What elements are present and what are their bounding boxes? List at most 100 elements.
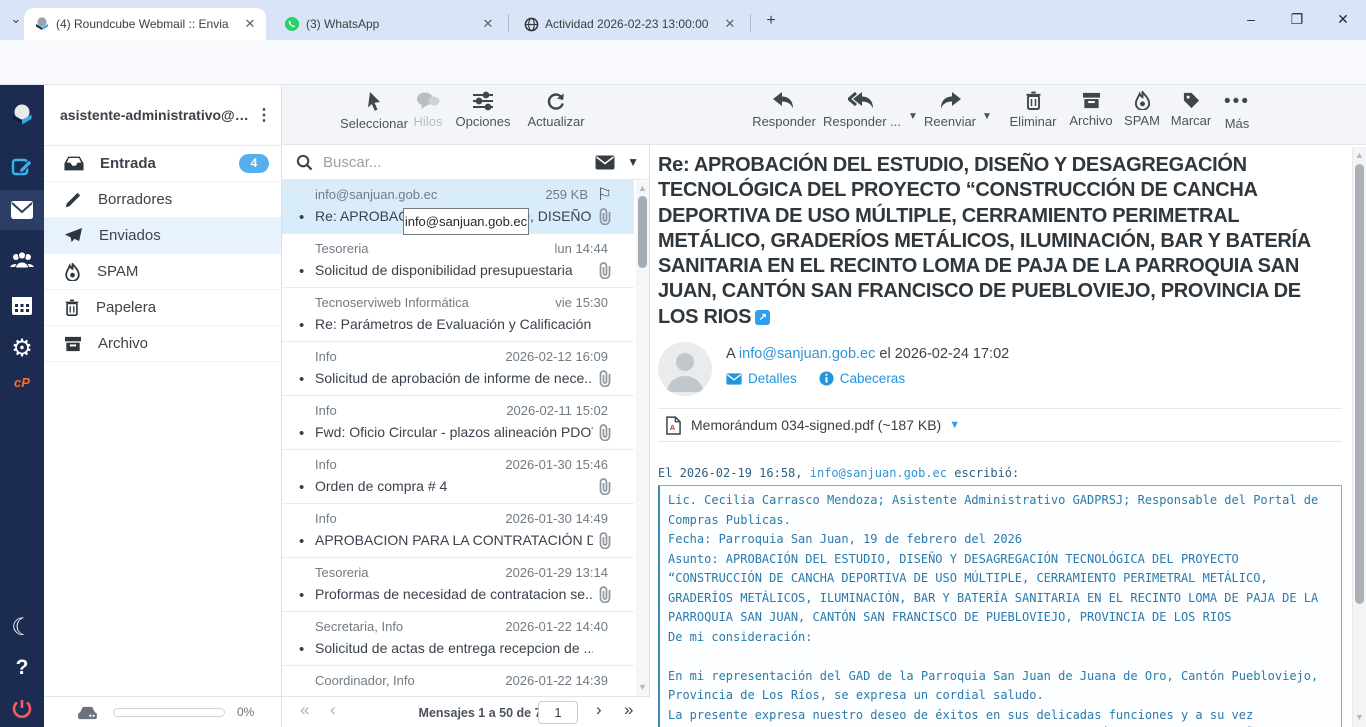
dark-mode-moon-icon[interactable]: ☾ [0,607,44,647]
message-row-10[interactable]: Coordinador, Info 2026-01-22 14:39 [282,666,634,696]
folder-label: SPAM [97,263,138,280]
message-sender: Coordinador, Info [315,673,415,688]
reply-button[interactable]: Responder [742,91,826,129]
scroll-down-icon[interactable]: ▼ [1353,712,1366,722]
intro-email-link[interactable]: info@sanjuan.gob.ec [810,466,947,480]
message-date: 2026-01-30 15:46 [505,457,608,472]
attachment-row[interactable]: A Memorándum 034-signed.pdf (~187 KB) ▼ [658,408,1342,442]
refresh-label: Actualizar [516,114,596,129]
refresh-icon [546,91,566,111]
roundcube-favicon-icon [34,16,50,32]
options-button[interactable]: Opciones [448,91,518,129]
attachment-caret-icon[interactable]: ▼ [949,419,960,431]
message-subject: Orden de compra # 4 [315,478,593,494]
unread-dot[interactable]: • [299,263,304,280]
unread-dot[interactable]: • [299,317,304,334]
contacts-nav-icon[interactable] [0,240,44,280]
message-subject: Solicitud de disponibilidad presupuestar… [315,262,593,278]
refresh-button[interactable]: Actualizar [516,91,596,129]
tab-search-chevron-icon[interactable]: ⌄ [6,11,26,31]
message-row-8[interactable]: Tesoreria 2026-01-29 13:14 • Proformas d… [282,558,634,612]
to-email-link[interactable]: info@sanjuan.gob.ec [739,346,875,362]
reader-scrollbar-thumb[interactable] [1355,164,1364,604]
message-subject: Solicitud de aprobación de informe de ne… [315,370,593,386]
more-button[interactable]: ••• Más [1212,91,1262,131]
unread-dot[interactable]: • [299,479,304,496]
search-scope-envelope-icon[interactable] [595,155,615,170]
flag-icon[interactable]: ⚐ [597,185,612,205]
cpanel-icon[interactable]: cP [0,367,44,397]
message-size: 259 KB [545,187,588,202]
scroll-up-icon[interactable]: ▲ [1353,150,1366,160]
headers-link[interactable]: Cabeceras [840,371,905,386]
window-close-button[interactable]: ✕ [1320,0,1366,38]
message-row-9[interactable]: Secretaria, Info 2026-01-22 14:40 • Soli… [282,612,634,666]
message-row-7[interactable]: Info 2026-01-30 14:49 • APROBACION PARA … [282,504,634,558]
screen: ⌄ (4) Roundcube Webmail :: Envia ✕ (3) W… [0,0,1366,727]
unread-dot[interactable]: • [299,641,304,658]
reply-label: Responder [742,114,826,129]
tab-close-icon[interactable]: ✕ [480,16,496,32]
browser-tab-whatsapp[interactable]: (3) WhatsApp ✕ [274,8,504,40]
message-sender: Info [315,457,337,472]
mail-nav-icon[interactable] [0,190,44,230]
unread-dot[interactable]: • [299,587,304,604]
unread-dot[interactable]: • [299,209,304,226]
folder-archivo[interactable]: Archivo [44,326,281,362]
message-row-5[interactable]: Info 2026-02-11 15:02 • Fwd: Oficio Circ… [282,396,634,450]
reply-all-icon [848,91,876,111]
external-link-icon[interactable]: ↗ [755,310,770,325]
attachment-name[interactable]: Memorándum 034-signed.pdf (~187 KB) [691,417,941,433]
search-scope-chevron-icon[interactable]: ▼ [627,155,639,169]
message-date: 2026-01-22 14:40 [505,619,608,634]
attachment-paperclip-icon [598,424,612,442]
folder-spam[interactable]: SPAM [44,254,281,290]
search-input[interactable] [323,154,595,171]
message-row-2[interactable]: Tesoreria lun 14:44 • Solicitud de dispo… [282,234,634,288]
folder-borradores[interactable]: Borradores [44,182,281,218]
message-subject: Re: Parámetros de Evaluación y Calificac… [315,316,593,332]
reply-all-button[interactable]: Responder ... [816,91,908,129]
first-page-button[interactable]: « [300,700,309,720]
unread-dot[interactable]: • [299,425,304,442]
page-number-input[interactable] [538,701,578,724]
settings-nav-icon[interactable]: ⚙ [0,328,44,368]
attachment-paperclip-icon [598,370,612,388]
compose-icon[interactable] [0,147,44,187]
message-row-4[interactable]: Info 2026-02-12 16:09 • Solicitud de apr… [282,342,634,396]
calendar-nav-icon[interactable] [0,285,44,325]
list-scrollbar[interactable]: ▲ ▼ [636,181,649,696]
window-minimize-button[interactable]: – [1228,0,1274,38]
list-scrollbar-thumb[interactable] [638,196,647,268]
folder-enviados[interactable]: Enviados [44,218,281,254]
unread-dot[interactable]: • [299,533,304,550]
account-menu-icon[interactable]: ⋮ [256,105,272,125]
scroll-up-icon[interactable]: ▲ [636,183,649,193]
scroll-down-icon[interactable]: ▼ [636,682,649,692]
browser-tab-actividad[interactable]: Actividad 2026-02-23 13:00:00 ✕ [514,8,746,40]
prev-page-button[interactable]: ‹ [330,700,336,720]
reader-scrollbar[interactable]: ▲ ▼ [1352,147,1366,727]
forward-caret-icon[interactable]: ▼ [982,111,992,122]
search-icon [296,154,313,171]
window-restore-button[interactable]: ❐ [1274,0,1320,38]
new-tab-button[interactable]: + [760,10,782,32]
help-icon[interactable]: ? [0,648,44,688]
inbox-icon [64,156,84,171]
message-subject: Proformas de necesidad de contratacion s… [315,586,593,602]
message-row-6[interactable]: Info 2026-01-30 15:46 • Orden de compra … [282,450,634,504]
logout-power-icon[interactable] [0,689,44,727]
message-row-3[interactable]: Tecnoserviweb Informática vie 15:30 • Re… [282,288,634,342]
forward-button-mail[interactable]: Reenviar [912,91,988,129]
next-page-button[interactable]: › [596,700,602,720]
details-link[interactable]: Detalles [748,371,797,386]
browser-tab-roundcube[interactable]: (4) Roundcube Webmail :: Envia ✕ [24,8,266,40]
tab-close-icon[interactable]: ✕ [242,16,258,32]
last-page-button[interactable]: » [624,700,633,720]
folder-papelera[interactable]: Papelera [44,290,281,326]
message-sender: Info [315,349,337,364]
unread-dot[interactable]: • [299,371,304,388]
folder-entrada[interactable]: Entrada 4 [44,146,281,182]
tab-close-icon[interactable]: ✕ [722,16,738,32]
account-header[interactable]: asistente-administrativo@sa... ⋮ [44,85,282,146]
